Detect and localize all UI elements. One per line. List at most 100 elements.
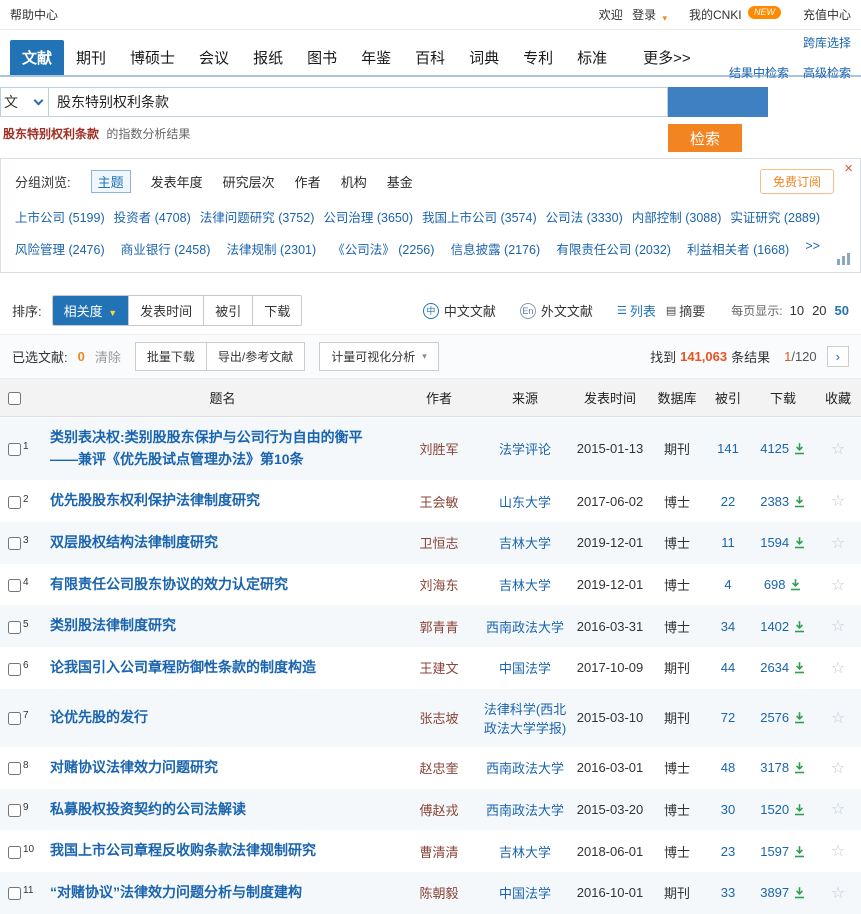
per-page-option[interactable]: 10 <box>790 303 804 318</box>
download-icon[interactable] <box>793 441 806 456</box>
select-all-checkbox[interactable] <box>8 392 21 405</box>
search-button[interactable] <box>668 87 768 117</box>
free-subscribe-button[interactable]: 免费订阅 <box>760 169 834 194</box>
source-link[interactable]: 法律科学(西北政法大学学报) <box>484 702 566 736</box>
search-field-dropdown[interactable]: 文 <box>0 87 48 117</box>
source-link[interactable]: 吉林大学 <box>499 578 551 593</box>
nav-tab[interactable]: 词典 <box>457 40 511 75</box>
help-center-link[interactable]: 帮助中心 <box>10 6 58 23</box>
group-tab[interactable]: 基金 <box>387 172 413 191</box>
nav-tab[interactable]: 会议 <box>187 40 241 75</box>
cited-count-link[interactable]: 22 <box>721 494 735 509</box>
metric-visual-analysis-button[interactable]: 计量可视化分析 ▾ <box>319 342 439 371</box>
source-link[interactable]: 吉林大学 <box>499 536 551 551</box>
result-title-link[interactable]: 优先股股东权利保护法律制度研究 <box>50 492 260 508</box>
export-reference-button[interactable]: 导出/参考文献 <box>207 342 305 371</box>
row-checkbox[interactable] <box>8 846 21 859</box>
author-name[interactable]: 张志坡 <box>419 711 458 726</box>
favorite-star-icon[interactable]: ☆ <box>831 493 845 510</box>
cross-db-select-link[interactable]: 跨库选择 <box>803 36 851 50</box>
nav-tab[interactable]: 博硕士 <box>118 40 187 75</box>
download-icon[interactable] <box>793 535 806 550</box>
cited-count-link[interactable]: 34 <box>721 619 735 634</box>
group-tab[interactable]: 发表年度 <box>151 172 203 191</box>
source-link[interactable]: 西南政法大学 <box>486 803 564 818</box>
chinese-literature-toggle[interactable]: 中 中文文献 <box>423 301 496 320</box>
cited-count-link[interactable]: 48 <box>721 760 735 775</box>
cited-count-link[interactable]: 44 <box>721 660 735 675</box>
retrieve-button[interactable]: 检索 <box>668 124 742 152</box>
source-link[interactable]: 西南政法大学 <box>486 761 564 776</box>
cited-count-link[interactable]: 141 <box>717 441 739 456</box>
group-term-link[interactable]: 我国上市公司 (3574) <box>422 207 537 226</box>
favorite-star-icon[interactable]: ☆ <box>831 801 845 818</box>
download-count-link[interactable]: 698 <box>764 577 786 592</box>
group-term-link[interactable]: 实证研究 (2889) <box>730 207 820 226</box>
source-link[interactable]: 西南政法大学 <box>486 620 564 635</box>
nav-tab[interactable]: 图书 <box>295 40 349 75</box>
row-checkbox[interactable] <box>8 663 21 676</box>
group-term-link[interactable]: 法律规制 (2301) <box>227 239 317 258</box>
login-caret-icon[interactable]: ▾ <box>662 13 667 23</box>
recharge-center-link[interactable]: 充值中心 <box>803 6 851 23</box>
favorite-star-icon[interactable]: ☆ <box>831 535 845 552</box>
row-checkbox[interactable] <box>8 537 21 550</box>
cited-count-link[interactable]: 11 <box>721 535 735 550</box>
trend-chart-icon[interactable] <box>836 252 852 268</box>
author-name[interactable]: 傅赵戎 <box>419 803 458 818</box>
download-count-link[interactable]: 1520 <box>760 802 789 817</box>
row-checkbox[interactable] <box>8 496 21 509</box>
group-tab[interactable]: 作者 <box>295 172 321 191</box>
favorite-star-icon[interactable]: ☆ <box>831 618 845 635</box>
download-count-link[interactable]: 4125 <box>760 441 789 456</box>
group-tab[interactable]: 主题 <box>91 170 131 193</box>
author-name[interactable]: 刘海东 <box>419 578 458 593</box>
group-tab[interactable]: 研究层次 <box>223 172 275 191</box>
favorite-star-icon[interactable]: ☆ <box>831 760 845 777</box>
search-input[interactable] <box>48 87 668 117</box>
per-page-option[interactable]: 20 <box>812 303 826 318</box>
next-page-button[interactable]: › <box>827 346 849 367</box>
author-name[interactable]: 刘胜军 <box>419 442 458 457</box>
source-link[interactable]: 山东大学 <box>499 495 551 510</box>
group-term-link[interactable]: 信息披露 (2176) <box>451 239 541 258</box>
download-icon[interactable] <box>793 660 806 675</box>
download-count-link[interactable]: 3897 <box>760 885 789 900</box>
download-icon[interactable] <box>789 577 802 592</box>
source-link[interactable]: 法学评论 <box>499 442 551 457</box>
group-term-link[interactable]: 商业银行 (2458) <box>121 239 211 258</box>
result-title-link[interactable]: 对赌协议法律效力问题研究 <box>50 759 218 775</box>
group-term-link[interactable]: 公司治理 (3650) <box>323 207 413 226</box>
group-term-link[interactable]: 《公司法》 (2256) <box>332 239 434 258</box>
author-name[interactable]: 陈朝毅 <box>419 886 458 901</box>
download-icon[interactable] <box>793 710 806 725</box>
download-icon[interactable] <box>793 802 806 817</box>
nav-tab[interactable]: 报纸 <box>241 40 295 75</box>
group-term-link[interactable]: 利益相关者 (1668) <box>687 239 789 258</box>
download-count-link[interactable]: 2383 <box>760 494 789 509</box>
my-cnki-link[interactable]: 我的CNKI <box>689 8 742 22</box>
nav-tab[interactable]: 年鉴 <box>349 40 403 75</box>
group-term-link[interactable]: 上市公司 (5199) <box>15 207 105 226</box>
batch-download-button[interactable]: 批量下载 <box>135 342 207 371</box>
result-title-link[interactable]: “对赌协议”法律效力问题分析与制度建构 <box>50 884 302 900</box>
result-title-link[interactable]: 论我国引入公司章程防御性条款的制度构造 <box>50 659 316 675</box>
source-link[interactable]: 中国法学 <box>499 886 551 901</box>
nav-tab[interactable]: 标准 <box>565 40 619 75</box>
favorite-star-icon[interactable]: ☆ <box>831 441 845 458</box>
result-title-link[interactable]: 双层股权结构法律制度研究 <box>50 534 218 550</box>
row-checkbox[interactable] <box>8 621 21 634</box>
foreign-literature-toggle[interactable]: En 外文文献 <box>520 301 593 320</box>
clear-selection-link[interactable]: 清除 <box>95 347 121 366</box>
author-name[interactable]: 郭青青 <box>419 620 458 635</box>
group-term-link[interactable]: 投资者 (4708) <box>114 207 191 226</box>
group-term-link[interactable]: 风险管理 (2476) <box>15 239 105 258</box>
favorite-star-icon[interactable]: ☆ <box>831 660 845 677</box>
download-count-link[interactable]: 2576 <box>760 710 789 725</box>
group-tab[interactable]: 机构 <box>341 172 367 191</box>
author-name[interactable]: 赵忠奎 <box>419 761 458 776</box>
nav-tab[interactable]: 期刊 <box>64 40 118 75</box>
favorite-star-icon[interactable]: ☆ <box>831 710 845 727</box>
favorite-star-icon[interactable]: ☆ <box>831 843 845 860</box>
cited-count-link[interactable]: 72 <box>721 710 735 725</box>
